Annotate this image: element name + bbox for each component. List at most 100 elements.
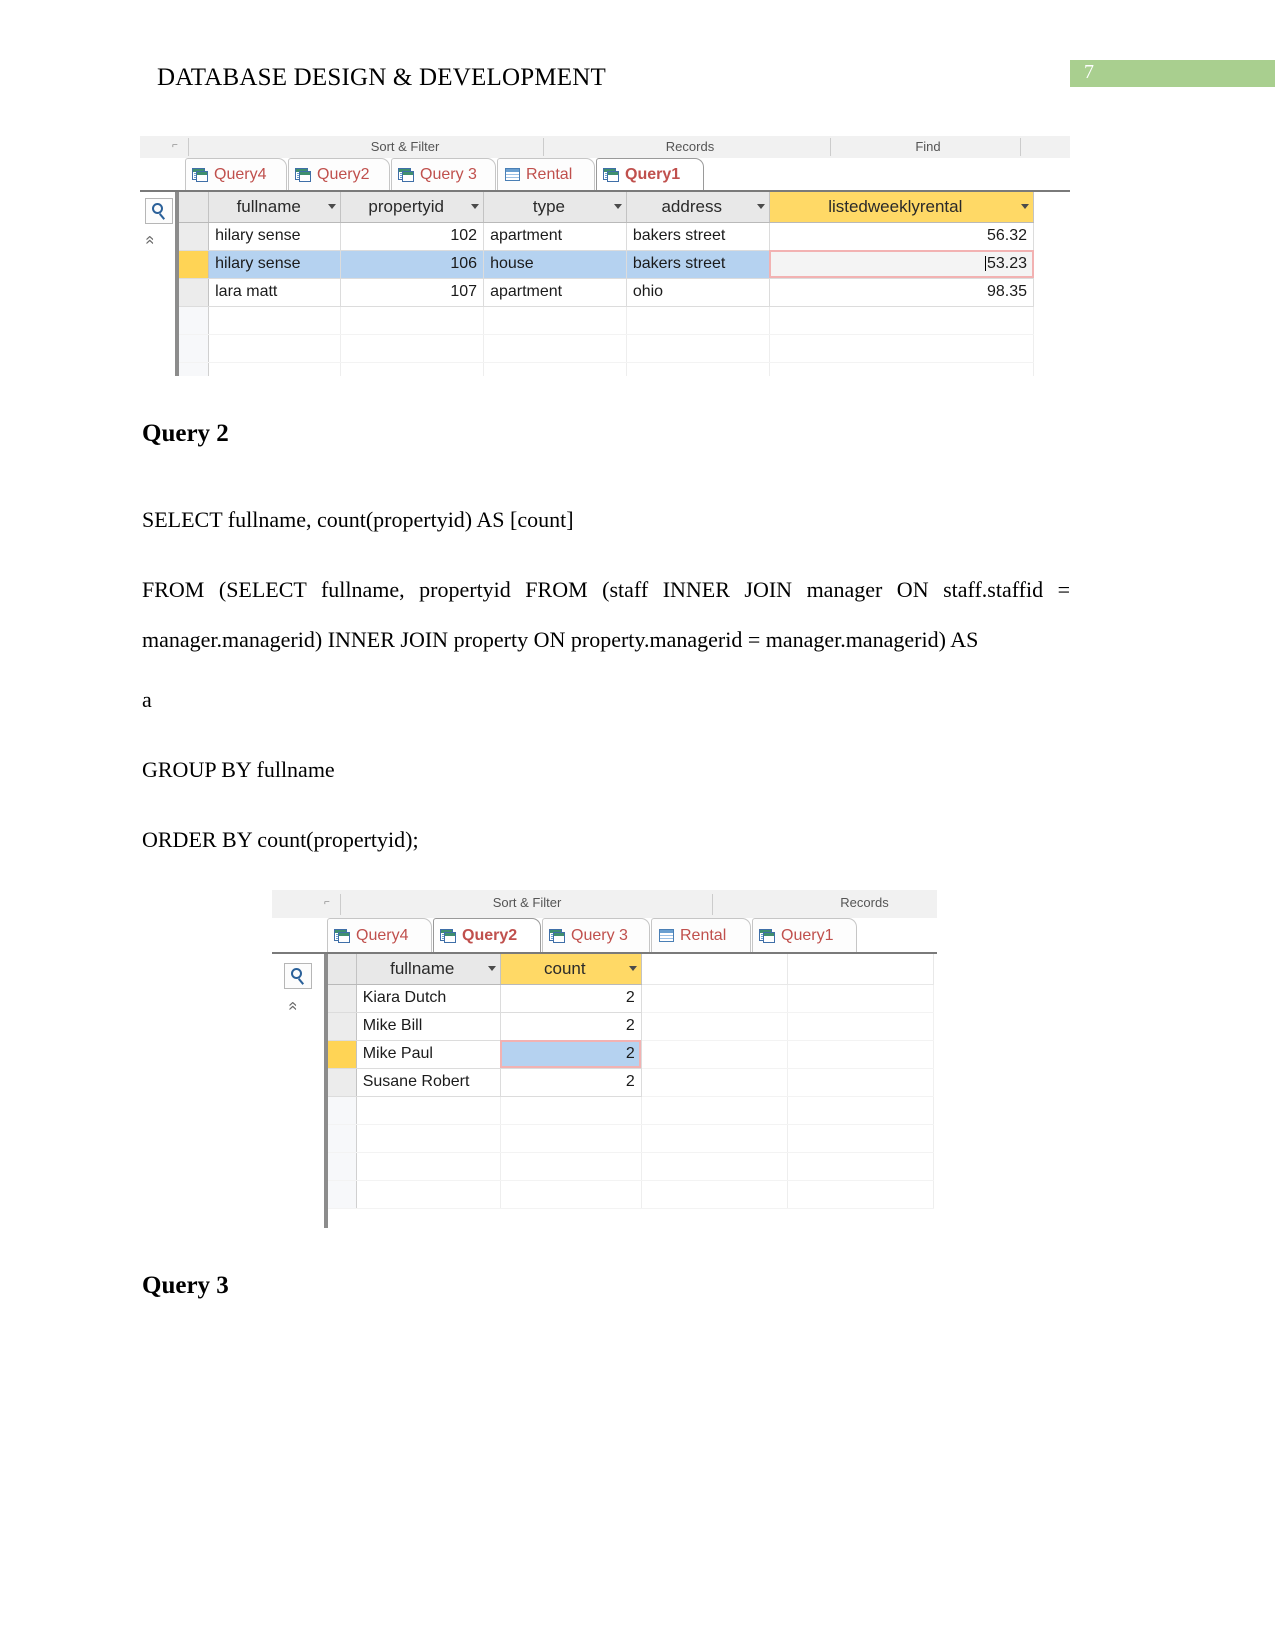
empty-cell[interactable] (208, 306, 342, 335)
empty-cell[interactable] (500, 1180, 642, 1209)
object-tab-query2[interactable]: Query2 (288, 158, 390, 190)
empty-cell[interactable] (340, 362, 485, 376)
empty-cell[interactable] (483, 306, 627, 335)
row-selector[interactable] (328, 1180, 357, 1209)
row-selector[interactable] (179, 278, 210, 307)
empty-cell[interactable] (769, 306, 1035, 335)
row-selector[interactable] (328, 1096, 357, 1125)
empty-cell[interactable] (769, 334, 1035, 363)
cell-type[interactable]: apartment (483, 278, 627, 307)
row-selector[interactable] (328, 1124, 357, 1153)
empty-cell[interactable] (641, 984, 788, 1013)
table-row[interactable]: Susane Robert 2 (328, 1068, 935, 1097)
empty-cell[interactable] (641, 1096, 788, 1125)
empty-cell[interactable] (356, 1180, 501, 1209)
table-row-empty[interactable] (328, 1124, 935, 1153)
column-header-type[interactable]: type (483, 192, 627, 223)
empty-cell[interactable] (340, 334, 485, 363)
cell-address[interactable]: bakers street (626, 250, 770, 279)
row-selector[interactable] (179, 334, 210, 363)
empty-cell[interactable] (787, 1124, 935, 1153)
datasheet-query2[interactable]: fullname count Kiara Dutch 2 Mike Bill 2… (324, 954, 937, 1228)
column-header-address[interactable]: address (626, 192, 770, 223)
empty-cell[interactable] (356, 1096, 501, 1125)
empty-cell[interactable] (787, 1068, 935, 1097)
sort-filter-launcher-icon[interactable]: ⌐ (324, 897, 330, 908)
empty-cell[interactable] (641, 1180, 788, 1209)
cell-fullname[interactable]: Mike Paul (356, 1040, 501, 1069)
cell-listedweeklyrental[interactable]: 56.32 (769, 222, 1035, 251)
row-selector[interactable] (328, 1152, 357, 1181)
chevron-down-icon[interactable] (628, 966, 637, 972)
cell-type[interactable]: apartment (483, 222, 627, 251)
table-row-empty[interactable] (179, 306, 1035, 335)
cell-fullname[interactable]: lara matt (208, 278, 342, 307)
empty-cell[interactable] (626, 306, 770, 335)
empty-cell[interactable] (626, 334, 770, 363)
search-icon[interactable] (284, 963, 312, 989)
table-row-empty[interactable] (179, 334, 1035, 363)
object-tab-query1[interactable]: Query1 (596, 158, 704, 190)
empty-cell[interactable] (787, 1012, 935, 1041)
empty-cell[interactable] (641, 1012, 788, 1041)
object-tab-query4[interactable]: Query4 (185, 158, 287, 190)
select-all-corner[interactable] (328, 954, 357, 985)
chevron-down-icon[interactable] (756, 204, 765, 210)
cell-propertyid[interactable]: 106 (340, 250, 485, 279)
empty-cell[interactable] (641, 1152, 788, 1181)
table-row[interactable]: Mike Paul 2 (328, 1040, 935, 1069)
table-row-empty[interactable] (328, 1180, 935, 1209)
row-selector-active[interactable] (328, 1040, 357, 1069)
empty-cell[interactable] (787, 1096, 935, 1125)
cell-fullname[interactable]: hilary sense (208, 250, 342, 279)
cell-count[interactable]: 2 (500, 1012, 642, 1041)
chevron-down-icon[interactable] (487, 966, 496, 972)
cell-listedweeklyrental-focused[interactable]: 53.23 (769, 250, 1035, 279)
empty-cell[interactable] (356, 1152, 501, 1181)
empty-cell[interactable] (787, 1040, 935, 1069)
search-icon[interactable] (145, 198, 173, 224)
cell-listedweeklyrental[interactable]: 98.35 (769, 278, 1035, 307)
object-tab-query4[interactable]: Query4 (327, 918, 432, 952)
empty-cell[interactable] (641, 1068, 788, 1097)
row-selector[interactable] (328, 1012, 357, 1041)
cell-type[interactable]: house (483, 250, 627, 279)
column-header-fullname[interactable]: fullname (208, 192, 342, 223)
chevron-down-icon[interactable] (471, 204, 480, 210)
object-tab-rental[interactable]: Rental (651, 918, 751, 952)
chevron-down-icon[interactable] (328, 204, 337, 210)
object-tab-query3[interactable]: Query 3 (542, 918, 650, 952)
table-row[interactable]: lara matt 107 apartment ohio 98.35 (179, 278, 1035, 307)
select-all-corner[interactable] (179, 192, 210, 223)
empty-cell[interactable] (787, 1152, 935, 1181)
column-header-count[interactable]: count (500, 954, 642, 985)
datasheet-query1[interactable]: fullname propertyid type address listedw… (175, 192, 1070, 376)
empty-cell[interactable] (208, 334, 342, 363)
row-selector[interactable] (328, 1068, 357, 1097)
object-tab-query2[interactable]: Query2 (433, 918, 541, 952)
object-tab-query3[interactable]: Query 3 (391, 158, 496, 190)
row-selector[interactable] (179, 306, 210, 335)
table-row-empty[interactable] (328, 1096, 935, 1125)
table-row[interactable]: hilary sense 102 apartment bakers street… (179, 222, 1035, 251)
cell-address[interactable]: bakers street (626, 222, 770, 251)
empty-cell[interactable] (500, 1152, 642, 1181)
cell-count[interactable]: 2 (500, 984, 642, 1013)
cell-propertyid[interactable]: 102 (340, 222, 485, 251)
empty-cell[interactable] (500, 1124, 642, 1153)
cell-fullname[interactable]: Susane Robert (356, 1068, 501, 1097)
empty-cell[interactable] (340, 306, 485, 335)
expand-chevrons-icon[interactable]: « (141, 235, 161, 244)
column-header-fullname[interactable]: fullname (356, 954, 501, 985)
empty-cell[interactable] (500, 1096, 642, 1125)
empty-cell[interactable] (356, 1124, 501, 1153)
sort-filter-launcher-icon[interactable]: ⌐ (172, 140, 178, 151)
empty-cell[interactable] (483, 362, 627, 376)
column-header-propertyid[interactable]: propertyid (340, 192, 485, 223)
empty-cell[interactable] (641, 1124, 788, 1153)
row-selector[interactable] (179, 222, 210, 251)
empty-cell[interactable] (626, 362, 770, 376)
cell-propertyid[interactable]: 107 (340, 278, 485, 307)
cell-fullname[interactable]: hilary sense (208, 222, 342, 251)
cell-fullname[interactable]: Kiara Dutch (356, 984, 501, 1013)
